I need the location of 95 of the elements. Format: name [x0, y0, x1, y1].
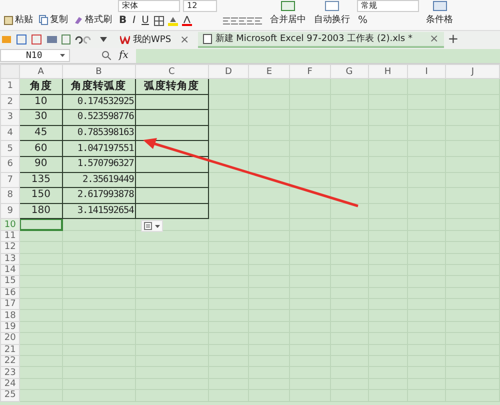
- row-header[interactable]: 7: [0, 172, 20, 188]
- row-header[interactable]: 3: [0, 110, 20, 126]
- font-dropdown[interactable]: 宋体: [118, 0, 180, 12]
- document-tab[interactable]: 新建 Microsoft Excel 97-2003 工作表 (2).xls * ×: [198, 32, 444, 48]
- table-cell: 0.785398163: [62, 125, 136, 141]
- copy-icon: [39, 14, 48, 24]
- percent-button[interactable]: %: [357, 15, 369, 26]
- font-color-icon[interactable]: [182, 16, 192, 26]
- conditional-format-icon: [432, 1, 446, 11]
- copy-button[interactable]: 复制: [37, 13, 70, 26]
- function-button[interactable]: fx: [119, 50, 128, 61]
- caret-icon[interactable]: [100, 37, 107, 42]
- formula-field[interactable]: [136, 48, 500, 62]
- row-header[interactable]: 5: [0, 140, 20, 156]
- row-header[interactable]: 23: [0, 366, 20, 378]
- column-header[interactable]: F: [290, 64, 330, 78]
- row-header[interactable]: 1: [0, 78, 20, 94]
- merge-button[interactable]: 合并居中: [267, 1, 309, 26]
- clipboard-icon: [144, 222, 153, 230]
- new-tab-button[interactable]: +: [448, 32, 459, 47]
- fill-color-icon[interactable]: [168, 16, 178, 26]
- paste-options-button[interactable]: [141, 220, 163, 232]
- row-header[interactable]: 9: [0, 203, 20, 219]
- row-header[interactable]: 14: [0, 264, 20, 276]
- table-cell: 角度转弧度: [62, 78, 136, 94]
- sheet-icon: [203, 34, 212, 44]
- row-header[interactable]: 16: [0, 287, 20, 299]
- row-header[interactable]: 17: [0, 298, 20, 310]
- column-header[interactable]: G: [330, 64, 368, 78]
- table-cell: 90: [20, 156, 62, 172]
- number-format-dropdown[interactable]: 常规: [357, 0, 419, 12]
- table-cell: 2.617993878: [62, 188, 136, 204]
- column-header[interactable]: E: [248, 64, 290, 78]
- brush-icon: [74, 14, 83, 24]
- brush-button[interactable]: 格式刷: [72, 13, 114, 26]
- merge-icon: [281, 1, 295, 11]
- paste-icon: [4, 14, 13, 24]
- row-header[interactable]: 8: [0, 188, 20, 204]
- row-header[interactable]: 11: [0, 230, 20, 242]
- column-header[interactable]: A: [20, 64, 62, 78]
- row-header[interactable]: 21: [0, 344, 20, 356]
- column-header[interactable]: B: [62, 64, 136, 78]
- row-header[interactable]: 4: [0, 125, 20, 141]
- align-icon[interactable]: [223, 16, 263, 26]
- table-cell: 角度: [20, 78, 62, 94]
- search-icon[interactable]: [102, 51, 111, 60]
- column-header[interactable]: C: [135, 64, 208, 78]
- row-header[interactable]: 20: [0, 332, 20, 344]
- conditional-format-button[interactable]: 条件格: [423, 1, 456, 26]
- row-header[interactable]: 25: [0, 390, 20, 402]
- table-cell: 180: [20, 203, 62, 219]
- row-header[interactable]: 6: [0, 156, 20, 172]
- row-header[interactable]: 22: [0, 356, 20, 367]
- column-header[interactable]: H: [368, 64, 408, 78]
- row-header[interactable]: 24: [0, 378, 20, 390]
- row-header[interactable]: 13: [0, 253, 20, 264]
- table-cell: 45: [20, 125, 62, 141]
- style-button[interactable]: B: [118, 15, 128, 26]
- wrap-button[interactable]: 自动换行: [311, 1, 353, 26]
- row-header[interactable]: 2: [0, 94, 20, 110]
- column-header[interactable]: J: [446, 64, 500, 78]
- row-header[interactable]: 15: [0, 276, 20, 288]
- style-button[interactable]: I: [132, 15, 137, 26]
- table-cell: 60: [20, 140, 62, 156]
- border-icon[interactable]: [154, 16, 164, 26]
- table-cell: 135: [20, 172, 62, 188]
- row-header[interactable]: 12: [0, 242, 20, 254]
- column-header[interactable]: D: [208, 64, 249, 78]
- table-cell: 弧度转角度: [135, 78, 208, 94]
- font-size-dropdown[interactable]: 12: [183, 0, 217, 12]
- table-cell: 1.570796327: [62, 156, 136, 172]
- document-tab[interactable]: 我的WPS ×: [115, 32, 194, 48]
- paste-button[interactable]: 粘贴: [2, 13, 35, 26]
- table-cell: 0.174532925: [62, 94, 136, 110]
- name-box[interactable]: N10: [0, 49, 70, 62]
- tab-label: 新建 Microsoft Excel 97-2003 工作表 (2).xls *: [215, 32, 412, 45]
- close-button[interactable]: ×: [429, 32, 439, 45]
- table-cell: 0.523598776: [62, 110, 136, 126]
- row-header[interactable]: 18: [0, 310, 20, 322]
- table-cell: 1.047197551: [62, 140, 136, 156]
- close-button[interactable]: ×: [180, 33, 190, 46]
- style-button[interactable]: U: [140, 15, 150, 26]
- caret-icon: [155, 224, 160, 228]
- table-cell: 30: [20, 110, 62, 126]
- table-cell: 2.35619449: [62, 172, 136, 188]
- table-cell: 3.141592654: [62, 203, 136, 219]
- quick-access-icon[interactable]: [2, 34, 92, 45]
- table-cell: 10: [20, 94, 62, 110]
- tab-label: 我的WPS: [133, 34, 172, 46]
- table-cell: 150: [20, 188, 62, 204]
- caret-icon: [60, 54, 65, 57]
- w-logo-icon: [120, 36, 130, 44]
- row-header[interactable]: 10: [0, 218, 20, 230]
- row-header[interactable]: 19: [0, 321, 20, 333]
- column-header[interactable]: I: [407, 64, 446, 78]
